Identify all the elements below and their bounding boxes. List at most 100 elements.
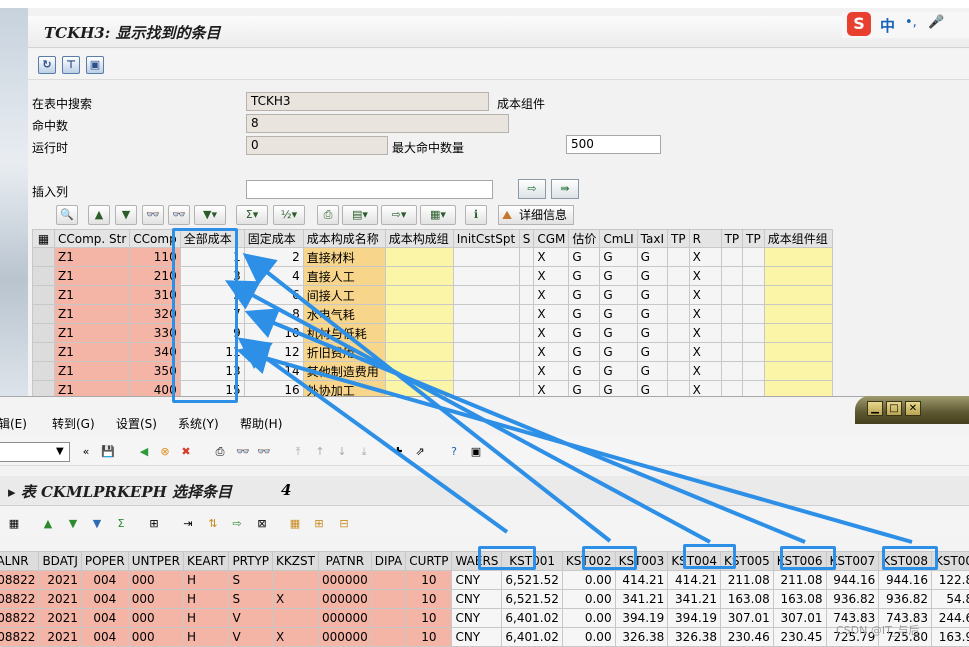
details-icon[interactable]: ▦ bbox=[6, 516, 22, 532]
detail-info-button[interactable]: ⛰ 详细信息 bbox=[498, 205, 574, 225]
col-header[interactable]: KALNR bbox=[0, 551, 40, 571]
row-selector[interactable] bbox=[32, 342, 55, 362]
insert-column-input[interactable] bbox=[246, 180, 493, 199]
col-header[interactable]: 固定成本 bbox=[243, 229, 304, 248]
table-row[interactable]: Z1 340 11 12 折旧费用 X G G G X bbox=[32, 342, 833, 362]
col-header[interactable]: KKZST bbox=[272, 551, 319, 571]
views-icon[interactable]: ▤▾ bbox=[342, 205, 378, 225]
close-icon[interactable]: ✕ bbox=[905, 401, 921, 416]
row-selector[interactable] bbox=[32, 323, 55, 343]
microphone-icon[interactable]: 🎤 bbox=[928, 15, 944, 30]
col-header[interactable]: 成本组件组 bbox=[763, 229, 833, 248]
filter-icon[interactable]: ▼▾ bbox=[194, 205, 226, 225]
find-icon[interactable]: 👓 bbox=[235, 444, 251, 460]
col-header[interactable]: 成本构成组 bbox=[384, 229, 454, 248]
col-header[interactable]: 估价 bbox=[568, 229, 601, 248]
table-row[interactable]: Z1 110 1 2 直接材料 X G G G X bbox=[32, 247, 833, 267]
table-row[interactable]: Z1 350 13 14 其他制造费用 X G G G X bbox=[32, 361, 833, 381]
col-header[interactable]: DIPA bbox=[370, 551, 407, 571]
last-page-icon[interactable]: ⤓ bbox=[356, 444, 372, 460]
minimize-icon[interactable]: ▁ bbox=[867, 401, 883, 416]
export-icon[interactable]: ⇨ bbox=[229, 516, 245, 532]
chevron-down-icon[interactable]: ▼ bbox=[56, 442, 64, 462]
double-left-icon[interactable]: « bbox=[78, 444, 94, 460]
cancel-icon[interactable]: ✖ bbox=[178, 444, 194, 460]
col-header[interactable]: S bbox=[518, 229, 535, 248]
row-selector[interactable] bbox=[32, 266, 55, 286]
select-all-icon[interactable]: ▦ bbox=[32, 229, 55, 248]
col-header[interactable]: TP bbox=[742, 229, 765, 248]
exit-icon[interactable]: ⊗ bbox=[157, 444, 173, 460]
print-icon[interactable]: ⎙ bbox=[317, 205, 339, 225]
col-header[interactable]: CComp. Str bbox=[53, 229, 131, 248]
sort-asc-icon[interactable]: ▲ bbox=[40, 516, 56, 532]
table-row[interactable]: 01088222021004000HS 000000 10CNY6,521.520.… bbox=[0, 570, 969, 590]
menu-settings[interactable]: 设置(S) bbox=[116, 415, 157, 432]
ime-lang-toggle[interactable]: 中 bbox=[880, 15, 895, 36]
col-header[interactable]: R bbox=[688, 229, 722, 248]
table-row[interactable]: 01088222021004000HV 000000 10CNY6,401.020.… bbox=[0, 608, 969, 628]
row-selector[interactable] bbox=[32, 247, 55, 267]
col-header[interactable]: CmLI bbox=[599, 229, 638, 248]
col-header[interactable]: PRTYP bbox=[228, 551, 274, 571]
maximize-icon[interactable]: □ bbox=[886, 401, 902, 416]
layout-icon[interactable]: ▣ bbox=[468, 444, 484, 460]
insert-column-button[interactable]: ⇨ bbox=[518, 179, 546, 199]
insert-row-icon[interactable]: ⊞ bbox=[311, 516, 327, 532]
info-icon[interactable]: ℹ bbox=[465, 205, 487, 225]
delete-icon[interactable]: ⊠ bbox=[254, 516, 270, 532]
select-icon[interactable]: ⇥ bbox=[180, 516, 196, 532]
hierarchy-icon[interactable]: ⊤ bbox=[62, 56, 80, 74]
new-session-icon[interactable]: ✚ bbox=[390, 444, 406, 460]
col-header[interactable]: BDATJ bbox=[38, 551, 82, 571]
help-icon[interactable]: ? bbox=[446, 444, 462, 460]
export-icon[interactable]: ⇨▾ bbox=[381, 205, 417, 225]
table-row[interactable]: Z1 320 7 8 水电气耗 X G G G X bbox=[32, 304, 833, 324]
insert-column-all-button[interactable]: ⇛ bbox=[551, 179, 579, 199]
details-icon[interactable]: 🔍 bbox=[56, 205, 78, 225]
row-selector[interactable] bbox=[32, 361, 55, 381]
sum-icon[interactable]: Σ bbox=[113, 516, 129, 532]
find-next-icon[interactable]: 👓 bbox=[168, 205, 190, 225]
filter-icon[interactable]: ▼ bbox=[89, 516, 105, 532]
back-icon[interactable]: ◀ bbox=[136, 444, 152, 460]
col-header[interactable]: TaxI bbox=[636, 229, 669, 248]
layout-icon[interactable]: ▦▾ bbox=[420, 205, 456, 225]
sum-icon[interactable]: Σ▾ bbox=[236, 205, 268, 225]
delete-row-icon[interactable]: ⊟ bbox=[336, 516, 352, 532]
col-header[interactable]: InitCstSpt bbox=[452, 229, 520, 248]
print-icon[interactable]: ⎙ bbox=[212, 444, 228, 460]
find-icon[interactable]: 👓 bbox=[142, 205, 164, 225]
menu-system[interactable]: 系统(Y) bbox=[178, 415, 219, 432]
col-header[interactable]: UNTPER bbox=[127, 551, 184, 571]
table-row[interactable]: Z1 330 9 10 机材与低耗 X G G G X bbox=[32, 323, 833, 343]
sort-desc-icon[interactable]: ▼ bbox=[115, 205, 137, 225]
table-row[interactable]: Z1 310 5 6 间接人工 X G G G X bbox=[32, 285, 833, 305]
col-header[interactable]: TP bbox=[667, 229, 690, 248]
bookmark-icon[interactable]: ▣ bbox=[86, 56, 104, 74]
col-header[interactable]: TP bbox=[720, 229, 744, 248]
first-page-icon[interactable]: ⤒ bbox=[290, 444, 306, 460]
sort-desc-icon[interactable]: ▼ bbox=[65, 516, 81, 532]
sogou-logo-icon[interactable]: S bbox=[847, 12, 871, 36]
find-next-icon[interactable]: 👓 bbox=[256, 444, 272, 460]
sort-asc-icon[interactable]: ▲ bbox=[88, 205, 110, 225]
row-selector[interactable] bbox=[32, 304, 55, 324]
menu-goto[interactable]: 转到(G) bbox=[52, 415, 95, 432]
col-header[interactable]: CURTP bbox=[405, 551, 453, 571]
sort-icon[interactable]: ⇅ bbox=[205, 516, 221, 532]
row-selector[interactable] bbox=[32, 285, 55, 305]
subtotal-icon[interactable]: ½▾ bbox=[273, 205, 305, 225]
menu-help[interactable]: 帮助(H) bbox=[240, 415, 282, 432]
save-icon[interactable]: 💾 bbox=[100, 444, 116, 460]
next-page-icon[interactable]: ↓ bbox=[334, 444, 350, 460]
prev-page-icon[interactable]: ↑ bbox=[312, 444, 328, 460]
refresh-icon[interactable]: ↻ bbox=[38, 56, 56, 74]
ime-punct-toggle[interactable]: •, bbox=[905, 15, 917, 30]
table-row[interactable]: 01088222021004000HSX000000 10CNY6,521.520… bbox=[0, 589, 969, 609]
shortcut-icon[interactable]: ⇗ bbox=[412, 444, 428, 460]
col-header[interactable]: KEART bbox=[182, 551, 230, 571]
col-header[interactable]: POPER bbox=[80, 551, 129, 571]
col-header[interactable]: 成本构成名称 bbox=[302, 229, 386, 248]
col-header[interactable]: CGM bbox=[533, 229, 570, 248]
